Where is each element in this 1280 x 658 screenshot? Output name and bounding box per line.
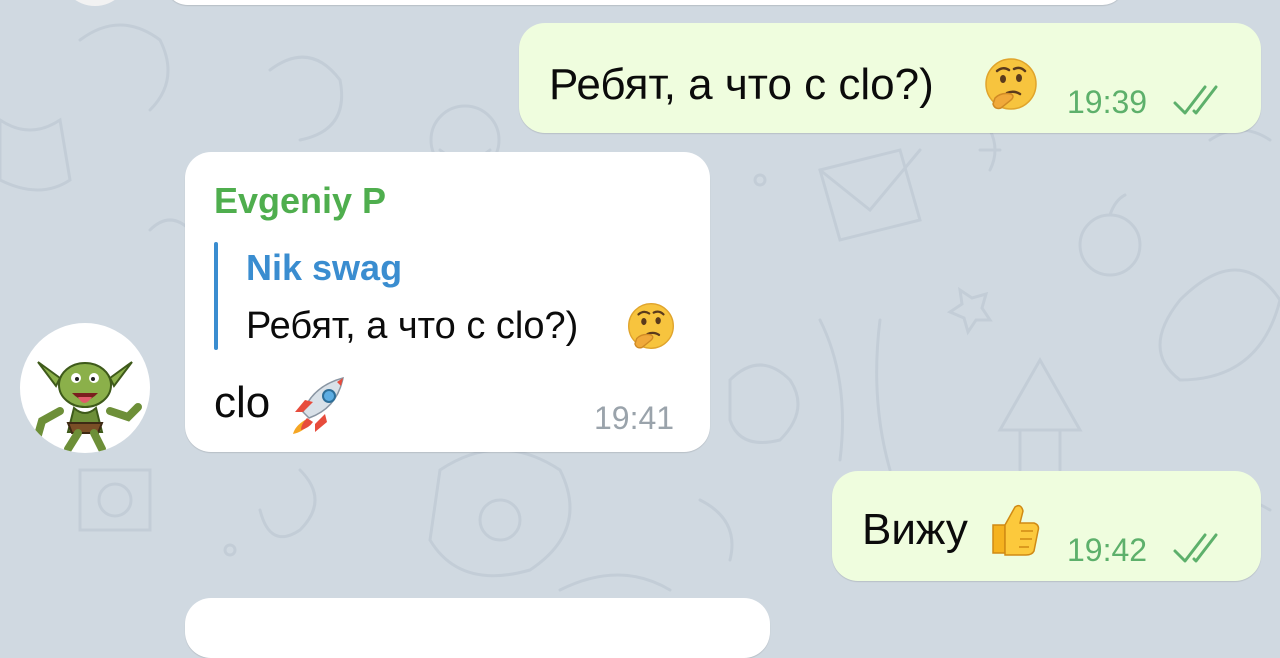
- reply-sender-name[interactable]: Nik swag: [246, 247, 402, 289]
- outgoing-message-bubble[interactable]: Вижу 19:42: [832, 471, 1261, 581]
- thinking-face-icon: [985, 58, 1037, 110]
- message-text: Вижу: [862, 505, 968, 554]
- message-text: clo: [214, 378, 271, 427]
- double-check-icon: [1173, 533, 1218, 563]
- reply-text[interactable]: Ребят, а что с clo?): [246, 305, 578, 348]
- incoming-message-bubble[interactable]: Evgeniy P Nik swag Ребят, а что с clo?) …: [185, 152, 710, 452]
- double-check-icon: [1173, 85, 1218, 115]
- sender-name[interactable]: Evgeniy P: [214, 180, 386, 222]
- goblin-avatar[interactable]: [20, 323, 150, 453]
- goblin-icon: [34, 361, 142, 453]
- rocket-icon: [293, 376, 344, 434]
- outgoing-message-bubble[interactable]: Ребят, а что с clo?) 19:39: [519, 23, 1261, 133]
- thinking-face-icon: [628, 303, 674, 349]
- message-time: 19:39: [1067, 84, 1148, 120]
- message-time: 19:41: [594, 400, 675, 436]
- message-text: Ребят, а что с clo?): [549, 60, 934, 109]
- next-message-bubble: [185, 598, 770, 658]
- message-time: 19:42: [1067, 532, 1148, 568]
- previous-message-bubble: [165, 0, 1125, 5]
- thumbs-up-icon: [992, 504, 1040, 556]
- reply-quote-bar: [214, 242, 218, 350]
